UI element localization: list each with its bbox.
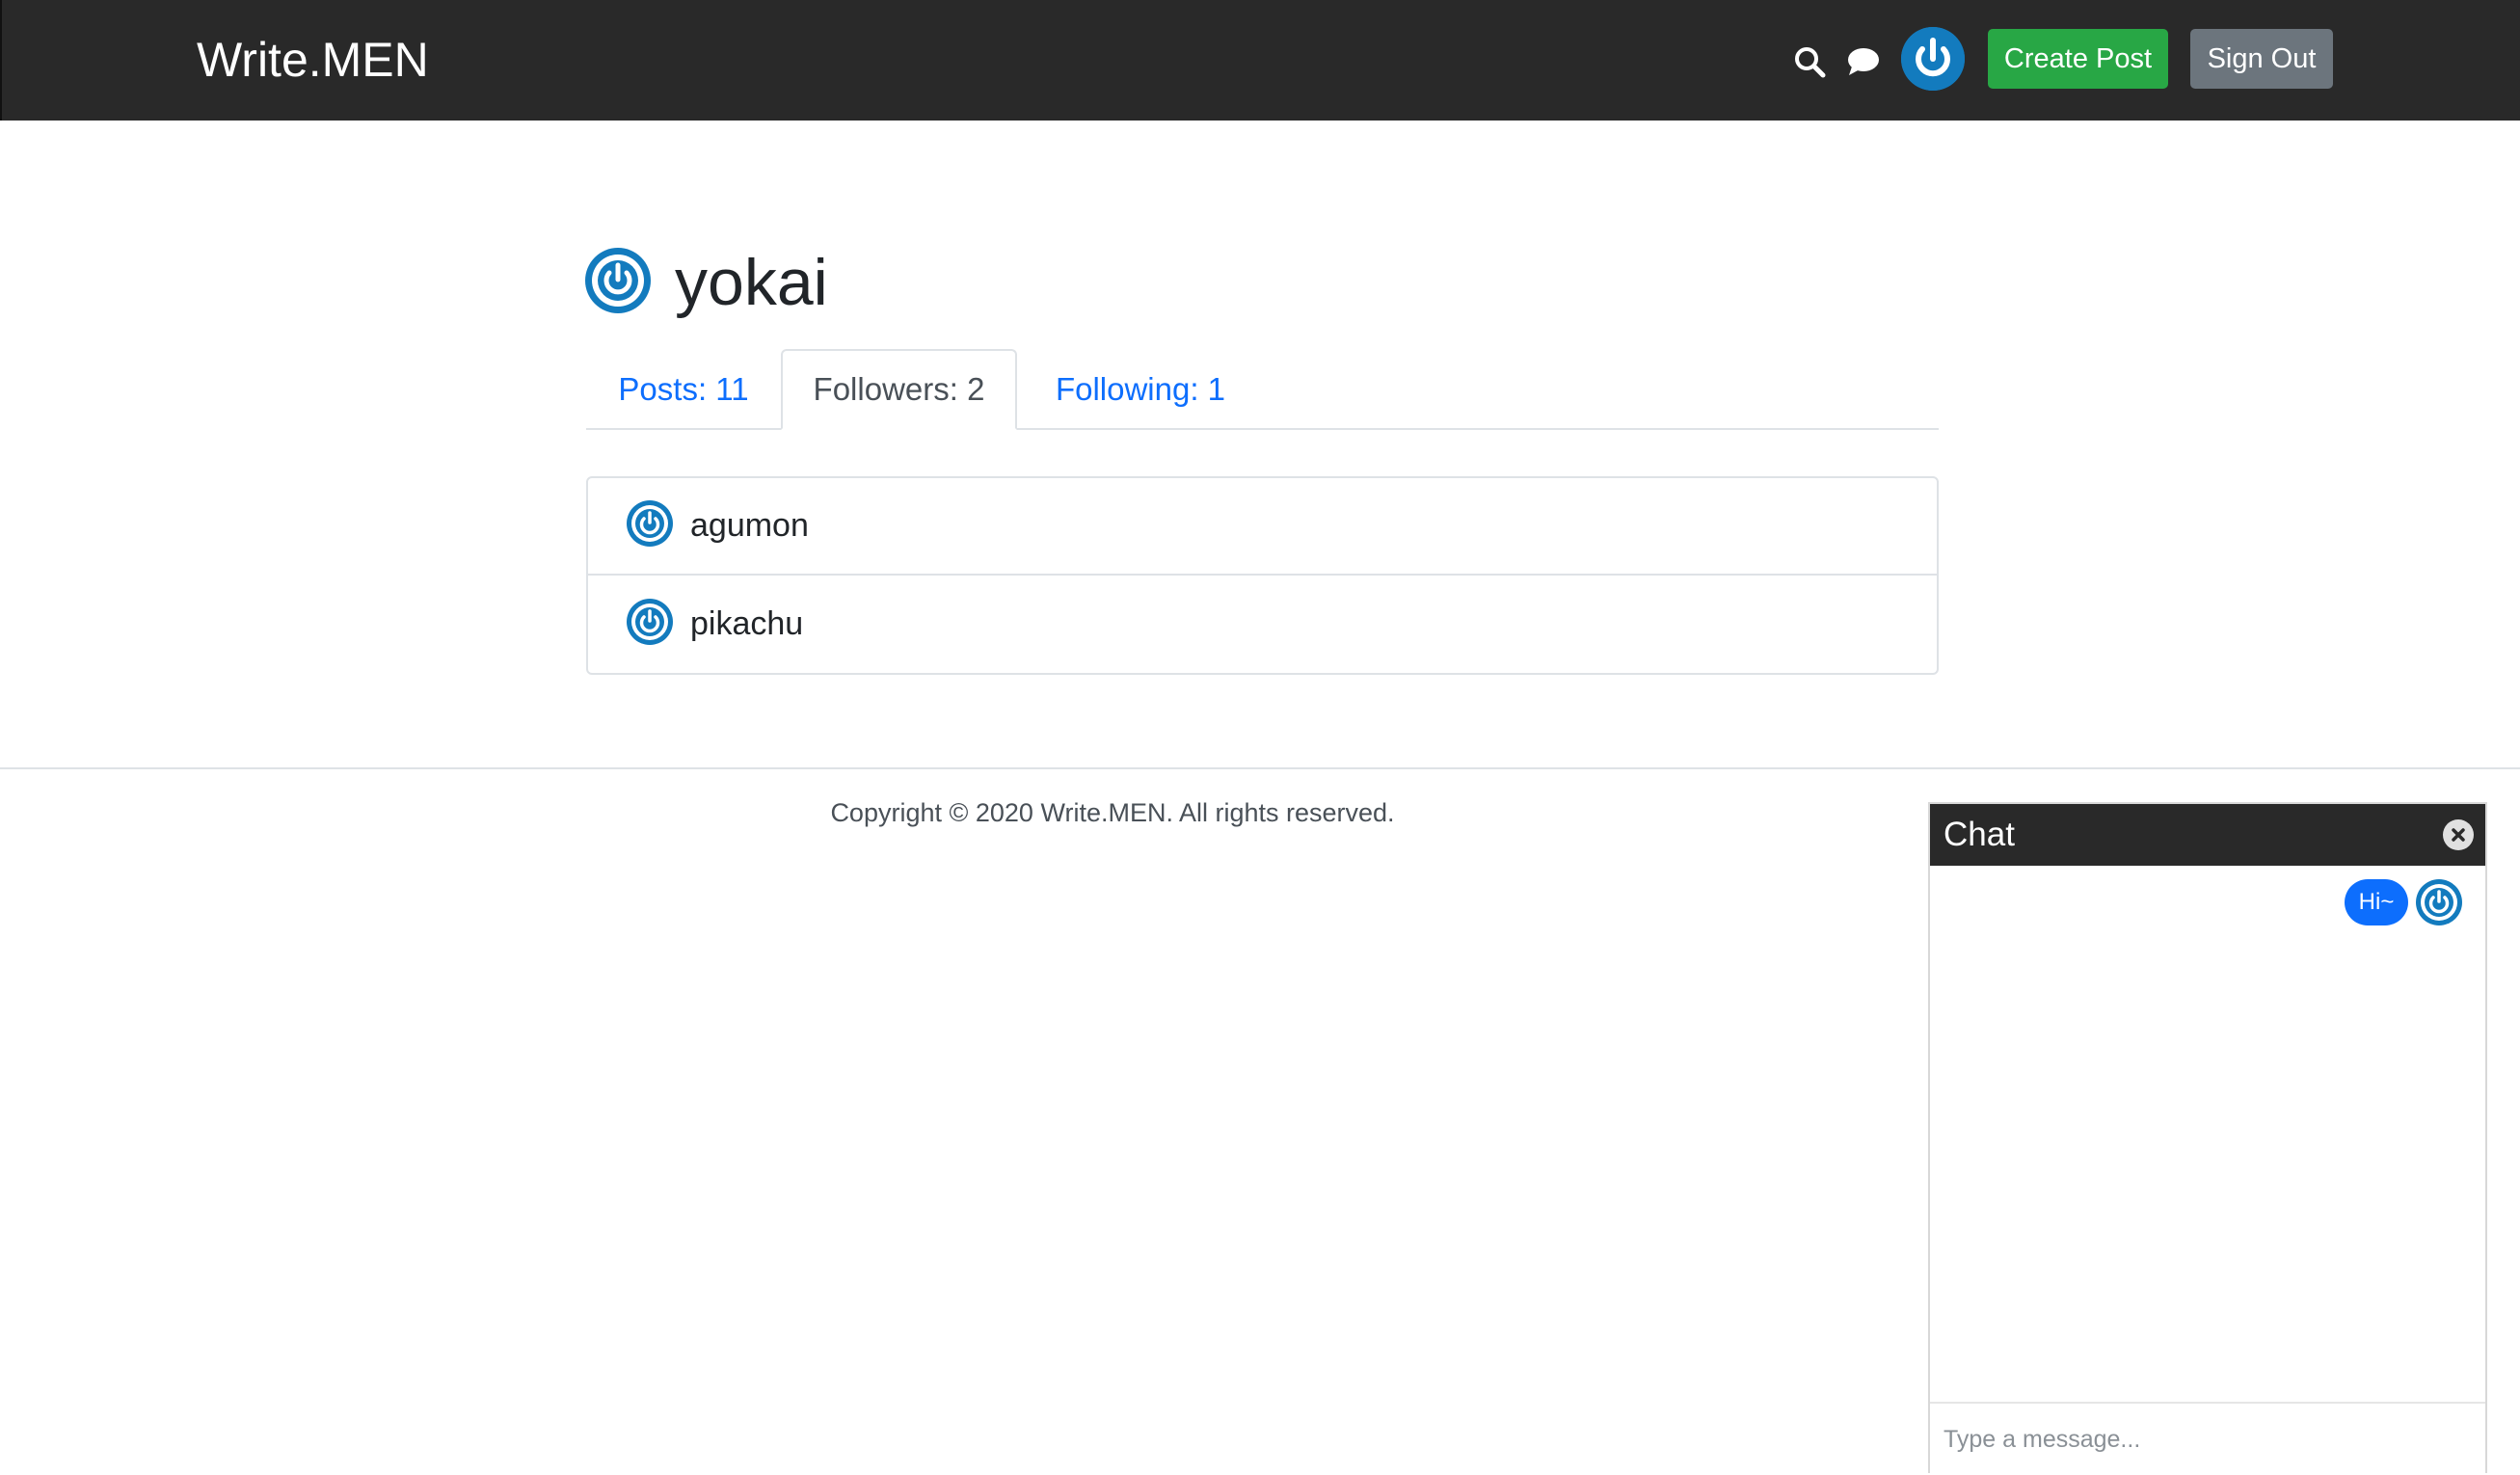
follower-username[interactable]: agumon — [690, 507, 809, 545]
list-item[interactable]: agumon — [588, 478, 1937, 576]
chat-message-input[interactable] — [1930, 1404, 2485, 1475]
brand-logo-link[interactable]: Write.MEN — [197, 29, 429, 91]
top-navbar: Write.MEN Create Post Sign Out — [0, 0, 2520, 121]
close-icon[interactable] — [2443, 819, 2474, 850]
followers-list: agumon pikachu — [586, 476, 1939, 675]
chat-title: Chat — [1944, 816, 2015, 853]
message-avatar-icon — [2416, 879, 2462, 930]
profile-username: yokai — [675, 246, 828, 319]
tab-posts[interactable]: Posts: 11 — [586, 349, 781, 430]
profile-header: yokai — [585, 241, 828, 324]
footer-divider — [0, 767, 2520, 769]
follower-avatar-icon — [627, 599, 673, 650]
sign-out-button[interactable]: Sign Out — [2190, 29, 2333, 89]
user-avatar-icon[interactable] — [1901, 27, 1965, 91]
tab-following[interactable]: Following: 1 — [1017, 349, 1264, 430]
search-icon[interactable] — [1790, 42, 1829, 81]
chat-messages: Hi~ — [1930, 866, 2485, 1386]
chat-message-bubble: Hi~ — [2345, 879, 2408, 925]
profile-tabs: Posts: 11 Followers: 2 Following: 1 — [586, 349, 1939, 430]
tab-followers[interactable]: Followers: 2 — [781, 349, 1017, 430]
chat-header: Chat — [1930, 804, 2485, 866]
chat-bubble-icon[interactable] — [1844, 42, 1883, 81]
chat-panel: Chat Hi~ — [1928, 802, 2487, 1475]
follower-username[interactable]: pikachu — [690, 605, 803, 643]
follower-avatar-icon — [627, 500, 673, 551]
list-item[interactable]: pikachu — [588, 576, 1937, 673]
create-post-button[interactable]: Create Post — [1988, 29, 2168, 89]
profile-avatar-icon — [585, 247, 651, 318]
chat-input-area — [1930, 1402, 2485, 1475]
